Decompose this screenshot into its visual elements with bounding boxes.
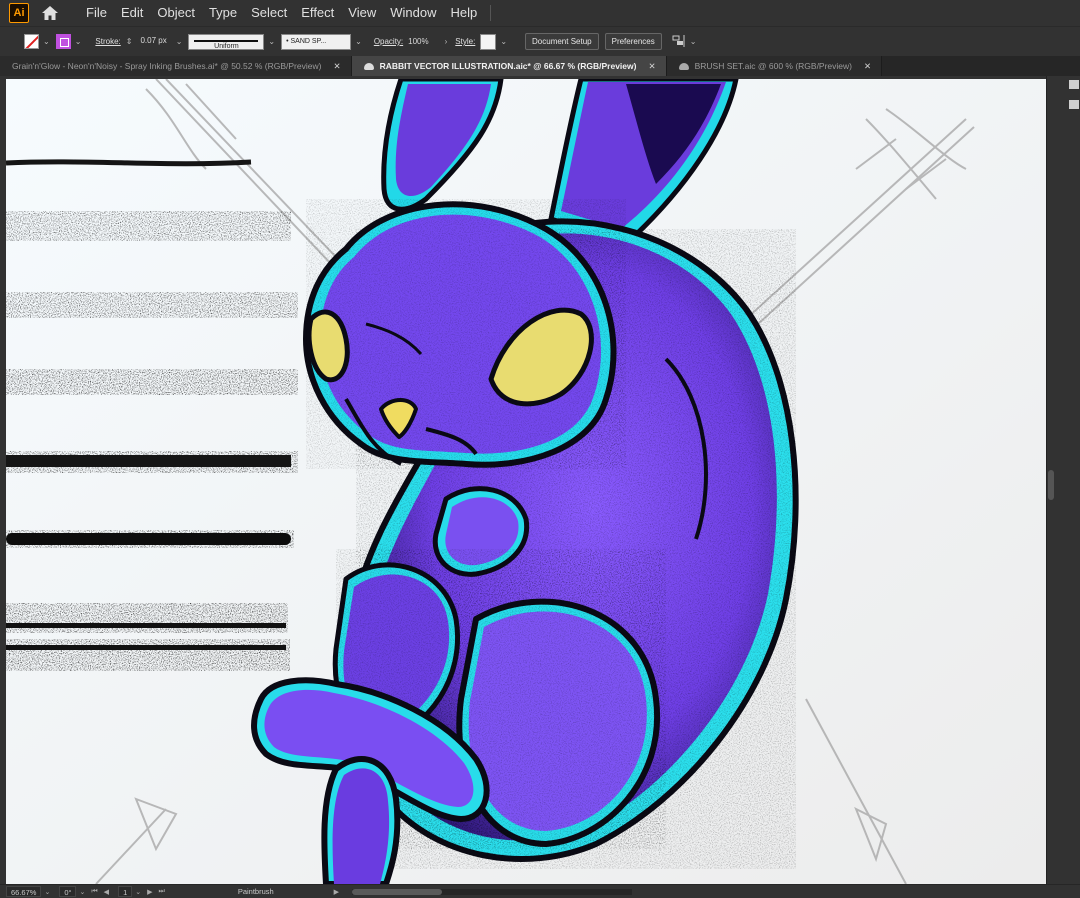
- scrollbar-thumb[interactable]: [352, 888, 443, 895]
- tab-label: RABBIT VECTOR ILLUSTRATION.aic* @ 66.67 …: [379, 61, 637, 71]
- menu-divider: [490, 5, 492, 21]
- stroke-profile-select[interactable]: Uniform: [188, 33, 265, 50]
- menu-help[interactable]: Help: [443, 0, 484, 26]
- chevron-down-icon[interactable]: ⌄: [75, 37, 82, 46]
- stroke-label[interactable]: Stroke:: [95, 37, 120, 46]
- libraries-icon[interactable]: [1069, 80, 1079, 89]
- next-artboard-icon[interactable]: ▶: [147, 888, 152, 896]
- graphic-style-swatch[interactable]: [480, 33, 497, 50]
- menu-bar: Ai File Edit Object Type Select Effect V…: [0, 0, 1080, 26]
- brush-definition-select[interactable]: • SAND SP...: [281, 33, 352, 50]
- document-setup-button[interactable]: Document Setup: [525, 33, 599, 50]
- app-logo[interactable]: Ai: [9, 3, 29, 23]
- rotation-field[interactable]: 0°: [59, 886, 77, 897]
- fill-swatch[interactable]: [24, 34, 39, 49]
- close-icon[interactable]: ✕: [333, 61, 340, 72]
- close-icon[interactable]: ✕: [648, 61, 655, 72]
- control-bar: ⌄ ⌄ Stroke: ⇕ 0.07 px ⌄ Uniform ⌄ • SAND…: [0, 26, 1080, 56]
- first-artboard-icon[interactable]: ⏮: [91, 888, 97, 896]
- menu-file[interactable]: File: [79, 0, 114, 26]
- artboard-field[interactable]: 1: [118, 886, 133, 897]
- cloud-document-icon: [678, 62, 689, 70]
- rabbit-illustration: [6, 79, 1046, 884]
- menu-type[interactable]: Type: [202, 0, 244, 26]
- menu-view[interactable]: View: [341, 0, 383, 26]
- illustrator-window: Ai File Edit Object Type Select Effect V…: [0, 0, 1080, 898]
- stepper-icon[interactable]: ⇕: [126, 37, 133, 46]
- status-menu-icon[interactable]: ▶: [334, 888, 339, 896]
- last-artboard-icon[interactable]: ⏭: [159, 888, 165, 896]
- preferences-button[interactable]: Preferences: [604, 33, 662, 50]
- opacity-value[interactable]: 100%: [408, 37, 428, 46]
- properties-icon[interactable]: [1069, 100, 1079, 109]
- horizontal-scrollbar[interactable]: [352, 888, 633, 895]
- opacity-label[interactable]: Opacity:: [374, 37, 403, 46]
- arrange-icon[interactable]: [672, 34, 686, 49]
- home-icon[interactable]: [39, 3, 61, 23]
- style-label[interactable]: Style:: [455, 37, 475, 46]
- stroke-swatch[interactable]: [55, 34, 71, 49]
- chevron-down-icon[interactable]: ⌄: [44, 888, 50, 896]
- chevron-down-icon[interactable]: ⌄: [355, 37, 362, 46]
- tab-label: BRUSH SET.aic @ 600 % (RGB/Preview): [694, 61, 852, 71]
- chevron-down-icon[interactable]: ⌄: [43, 37, 50, 46]
- menu-edit[interactable]: Edit: [114, 0, 150, 26]
- zoom-field[interactable]: 66.67%: [6, 886, 42, 897]
- cloud-document-icon: [363, 62, 374, 70]
- tab-rabbit-vector[interactable]: RABBIT VECTOR ILLUSTRATION.aic* @ 66.67 …: [351, 56, 667, 76]
- close-icon[interactable]: ✕: [864, 61, 871, 72]
- menu-object[interactable]: Object: [150, 0, 202, 26]
- chevron-down-icon[interactable]: ⌄: [268, 37, 275, 46]
- chevron-right-icon[interactable]: ›: [445, 37, 448, 46]
- stroke-profile-label: Uniform: [214, 42, 239, 50]
- chevron-down-icon[interactable]: ⌄: [690, 37, 697, 46]
- tab-brush-set[interactable]: BRUSH SET.aic @ 600 % (RGB/Preview) ✕: [666, 56, 883, 76]
- brush-label: • SAND SP...: [286, 37, 327, 45]
- tab-grain-n-glow[interactable]: Grain'n'Glow - Neon'n'Noisy - Spray Inki…: [0, 56, 352, 76]
- chevron-down-icon[interactable]: ⌄: [500, 37, 507, 46]
- previous-artboard-icon[interactable]: ◀: [104, 888, 109, 896]
- vertical-scrollbar[interactable]: [1048, 470, 1054, 500]
- menu-effect[interactable]: Effect: [294, 0, 341, 26]
- menu-select[interactable]: Select: [244, 0, 294, 26]
- artboard-canvas[interactable]: [6, 79, 1046, 884]
- chevron-down-icon[interactable]: ⌄: [79, 888, 85, 896]
- chevron-down-icon[interactable]: ⌄: [176, 37, 183, 46]
- current-tool-label: Paintbrush: [237, 887, 274, 896]
- chevron-down-icon[interactable]: ⌄: [135, 888, 141, 896]
- menu-window[interactable]: Window: [383, 0, 443, 26]
- document-tab-bar: Grain'n'Glow - Neon'n'Noisy - Spray Inki…: [0, 56, 1080, 76]
- status-bar: 66.67% ⌄ 0° ⌄ ⏮ ◀ 1 ⌄ ▶ ⏭ Paintbrush ▶: [0, 884, 1080, 898]
- stroke-weight-field[interactable]: 0.07 px: [135, 34, 171, 50]
- tab-label: Grain'n'Glow - Neon'n'Noisy - Spray Inki…: [12, 61, 322, 71]
